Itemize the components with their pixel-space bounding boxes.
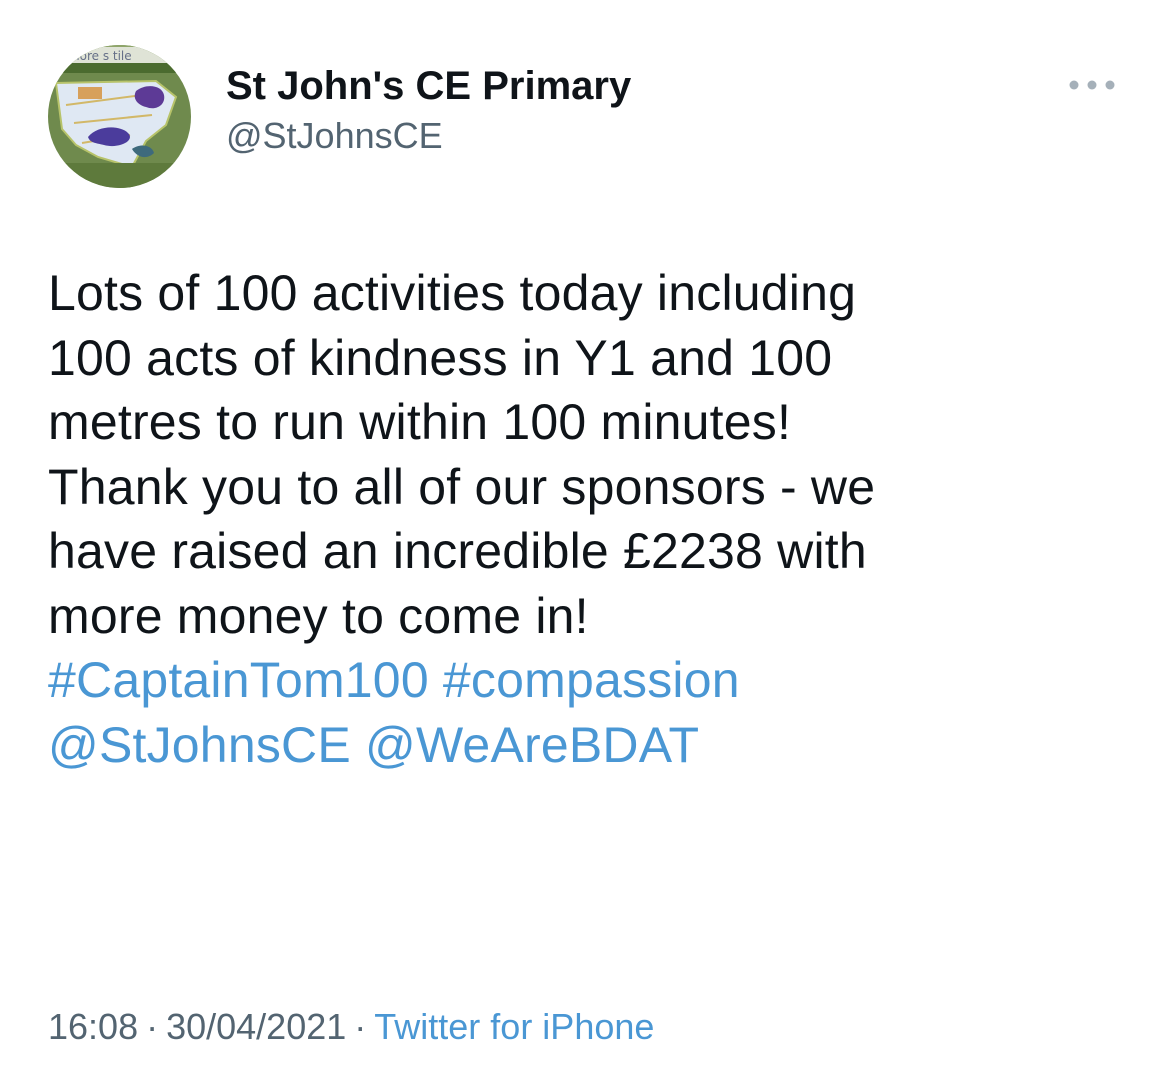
tweet-time[interactable]: 16:08: [48, 1006, 138, 1047]
tweet-text-line: Lots of 100 activities today including: [48, 265, 857, 321]
svg-text:nore s tile: nore s tile: [72, 49, 132, 63]
tweet-text-line: metres to run within 100 minutes!: [48, 394, 792, 450]
author-info: St John's CE Primary @StJohnsCE: [226, 60, 631, 160]
tweet-text-line: 100 acts of kindness in Y1 and 100: [48, 329, 833, 386]
hashtags-line: #CaptainTom100 #compassion: [48, 648, 1138, 713]
tweet-date[interactable]: 30/04/2021: [166, 1006, 346, 1047]
tweet-text: Lots of 100 activities today including 1…: [48, 261, 1138, 777]
separator-dot: ·: [354, 1006, 367, 1047]
mention-link[interactable]: @StJohnsCE: [48, 717, 351, 773]
tweet-metadata: 16:08 · 30/04/2021 · Twitter for iPhone: [48, 1003, 654, 1051]
tweet-text-line: more money to come in!: [48, 587, 589, 644]
mentions-line: @StJohnsCE @WeAreBDAT: [48, 713, 1138, 778]
mention-link[interactable]: @WeAreBDAT: [365, 717, 699, 773]
tweet: nore s tile St John's CE Primary @StJohn…: [0, 0, 1169, 1085]
author-display-name[interactable]: St John's CE Primary: [226, 60, 631, 112]
tweet-text-line: have raised an incredible £2238 with: [48, 523, 867, 579]
hashtag-link[interactable]: #compassion: [443, 652, 740, 708]
tweet-text-line: Thank you to all of our sponsors - we: [48, 458, 876, 515]
hashtag-link[interactable]: #CaptainTom100: [48, 652, 429, 708]
tweet-source-link[interactable]: Twitter for iPhone: [374, 1006, 654, 1047]
more-options-button[interactable]: [1062, 70, 1122, 100]
avatar-image: nore s tile: [48, 45, 191, 188]
separator-dot: ·: [146, 1006, 159, 1047]
ellipsis-icon: [1069, 80, 1115, 90]
author-avatar[interactable]: nore s tile: [48, 45, 191, 188]
author-handle[interactable]: @StJohnsCE: [226, 112, 631, 160]
